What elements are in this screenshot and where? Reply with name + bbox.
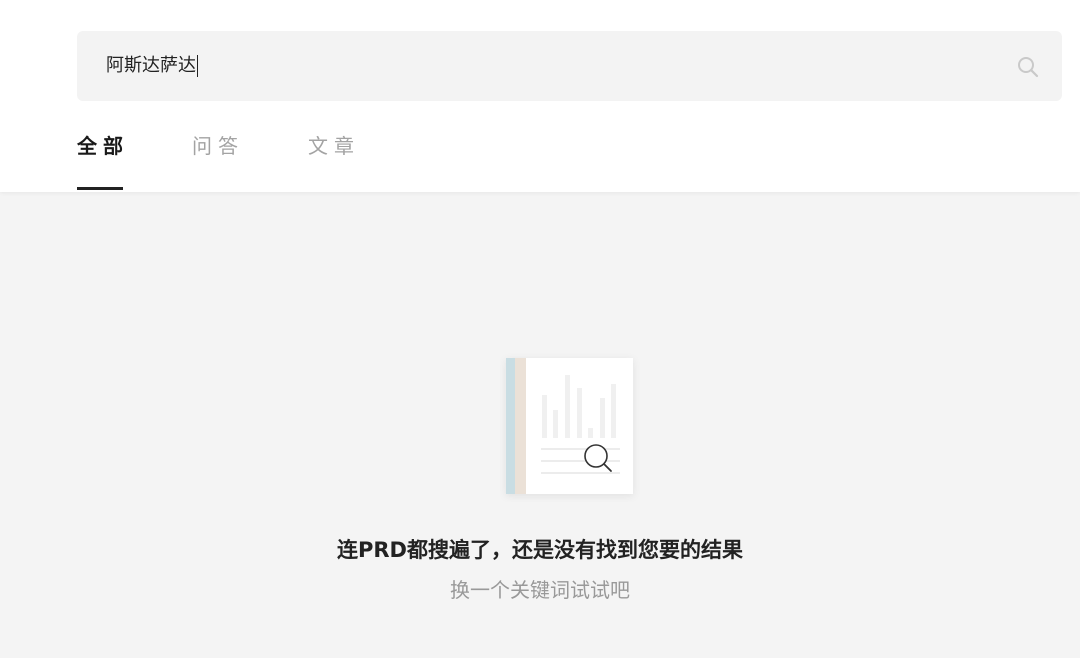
tab-qa[interactable]: 问答 — [192, 130, 244, 162]
search-input[interactable]: 阿斯达萨达 — [77, 31, 1062, 101]
tab-articles[interactable]: 文章 — [308, 130, 360, 162]
active-tab-indicator — [77, 187, 123, 190]
tab-all[interactable]: 全部 — [77, 130, 129, 162]
empty-state-subtitle: 换一个关键词试试吧 — [450, 578, 630, 602]
empty-state-title: 连PRD都搜遍了，还是没有找到您要的结果 — [337, 538, 743, 562]
no-results-document-icon — [506, 358, 633, 494]
search-header: 阿斯达萨达 全部 问答 文章 — [0, 0, 1080, 192]
text-caret — [197, 55, 198, 77]
search-query-text[interactable]: 阿斯达萨达 — [106, 55, 198, 77]
search-icon[interactable] — [1016, 55, 1040, 79]
